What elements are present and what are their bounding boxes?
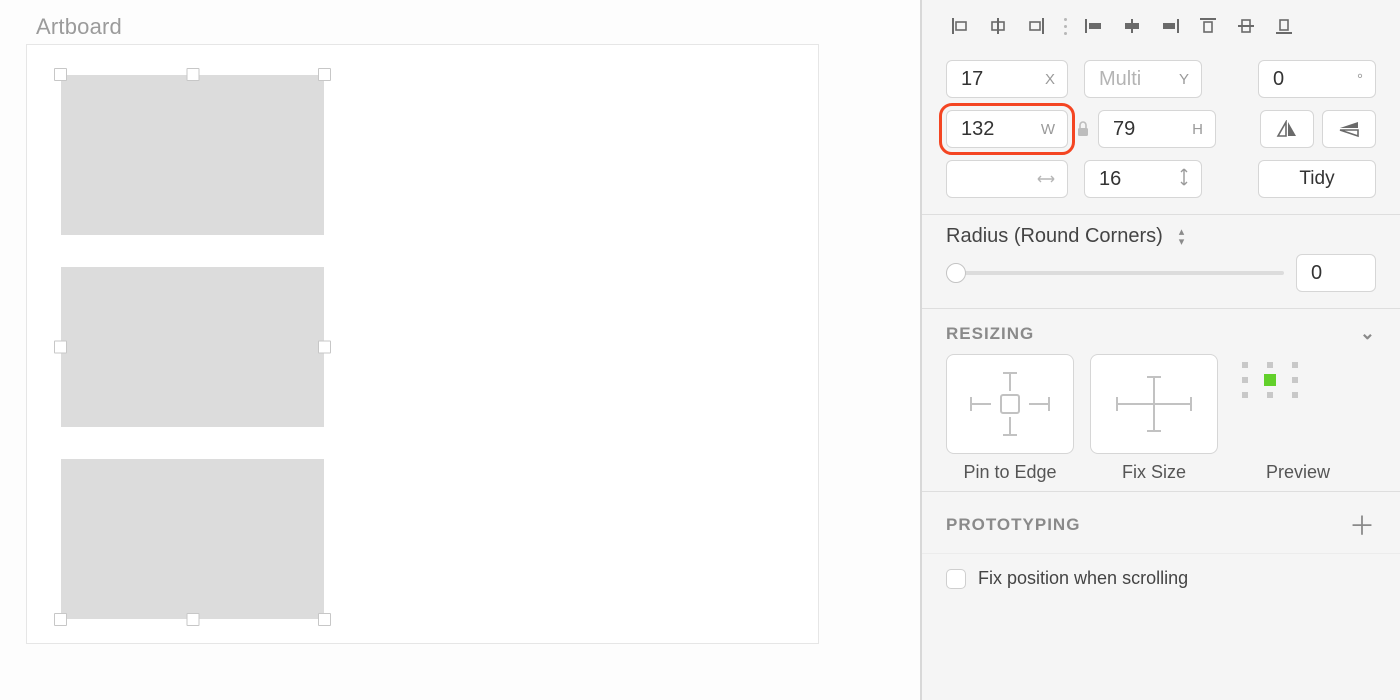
radius-field[interactable]	[1296, 254, 1376, 292]
x-suffix: X	[1045, 71, 1055, 88]
resize-handle-top-mid[interactable]	[186, 68, 199, 81]
align-hcenter-icon[interactable]	[984, 12, 1012, 40]
hspacing-icon	[1037, 171, 1055, 188]
width-suffix: W	[1041, 121, 1055, 138]
resizing-title: RESIZING	[946, 324, 1034, 344]
align-left-icon[interactable]	[946, 12, 974, 40]
tidy-label: Tidy	[1299, 168, 1334, 190]
radius-section: Radius (Round Corners) ▴▾	[922, 215, 1400, 309]
pin-label: Pin to Edge	[963, 462, 1056, 483]
distribute-right-icon[interactable]	[1156, 12, 1184, 40]
y-input[interactable]	[1097, 67, 1173, 92]
resize-handle-top-left[interactable]	[54, 68, 67, 81]
canvas[interactable]: Artboard	[0, 0, 920, 700]
rotation-suffix: °	[1357, 71, 1363, 88]
fix-position-row[interactable]: Fix position when scrolling	[922, 554, 1400, 603]
resize-handle-bot-mid[interactable]	[186, 613, 199, 626]
radius-input[interactable]	[1309, 261, 1363, 286]
fix-position-checkbox[interactable]	[946, 569, 966, 589]
resize-handle-bot-right[interactable]	[318, 613, 331, 626]
align-vcenter-icon[interactable]	[1232, 12, 1260, 40]
hspacing-field[interactable]	[946, 160, 1068, 198]
lock-aspect-icon[interactable]	[1076, 121, 1090, 137]
height-field[interactable]: H	[1098, 110, 1216, 148]
resizing-preview	[1234, 354, 1362, 454]
resizing-header[interactable]: RESIZING ⌄	[922, 309, 1400, 354]
radius-slider[interactable]	[946, 263, 1284, 283]
rotation-field[interactable]: °	[1258, 60, 1376, 98]
align-top-icon[interactable]	[1194, 12, 1222, 40]
y-suffix: Y	[1179, 71, 1189, 88]
y-field[interactable]: Y	[1084, 60, 1202, 98]
radius-stepper-icon[interactable]: ▴▾	[1179, 228, 1185, 246]
flip-horizontal-button[interactable]	[1260, 110, 1314, 148]
vspacing-field[interactable]	[1084, 160, 1202, 198]
chevron-down-icon: ⌄	[1360, 323, 1376, 344]
rotation-input[interactable]	[1271, 67, 1351, 92]
selection-group[interactable]	[61, 75, 324, 619]
fix-size-button[interactable]	[1090, 354, 1218, 454]
tidy-button[interactable]: Tidy	[1258, 160, 1376, 198]
vspacing-input[interactable]	[1097, 167, 1173, 192]
resize-handle-mid-right[interactable]	[318, 341, 331, 354]
resize-handle-bot-left[interactable]	[54, 613, 67, 626]
distribute-hcenter-icon[interactable]	[1118, 12, 1146, 40]
artboard-label[interactable]: Artboard	[36, 14, 122, 40]
height-suffix: H	[1192, 121, 1203, 138]
align-bottom-icon[interactable]	[1270, 12, 1298, 40]
flip-vertical-button[interactable]	[1322, 110, 1376, 148]
plus-icon[interactable]: ＋	[1349, 506, 1376, 543]
pin-to-edge-button[interactable]	[946, 354, 1074, 454]
x-field[interactable]: X	[946, 60, 1068, 98]
resize-handle-top-right[interactable]	[318, 68, 331, 81]
preview-label: Preview	[1266, 462, 1330, 483]
vspacing-icon	[1179, 168, 1189, 190]
radius-label: Radius (Round Corners)	[946, 225, 1163, 248]
align-right-icon[interactable]	[1022, 12, 1050, 40]
width-field[interactable]: W	[946, 110, 1068, 148]
width-input[interactable]	[959, 117, 1035, 142]
transform-section: X Y ° W	[922, 50, 1400, 215]
x-input[interactable]	[959, 67, 1039, 92]
artboard[interactable]	[26, 44, 819, 644]
selected-layer[interactable]	[61, 75, 324, 235]
fix-position-label: Fix position when scrolling	[978, 568, 1188, 589]
selected-layer[interactable]	[61, 459, 324, 619]
toolbar-divider	[1062, 12, 1068, 40]
prototyping-header[interactable]: PROTOTYPING ＋	[922, 492, 1400, 553]
alignment-toolbar	[922, 0, 1400, 50]
fix-label: Fix Size	[1122, 462, 1186, 483]
resize-handle-mid-left[interactable]	[54, 341, 67, 354]
distribute-left-icon[interactable]	[1080, 12, 1108, 40]
selected-layer[interactable]	[61, 267, 324, 427]
prototyping-title: PROTOTYPING	[946, 515, 1080, 535]
inspector-panel: X Y ° W	[920, 0, 1400, 700]
height-input[interactable]	[1111, 117, 1186, 142]
resizing-controls: Pin to Edge Fix Size	[922, 354, 1400, 491]
